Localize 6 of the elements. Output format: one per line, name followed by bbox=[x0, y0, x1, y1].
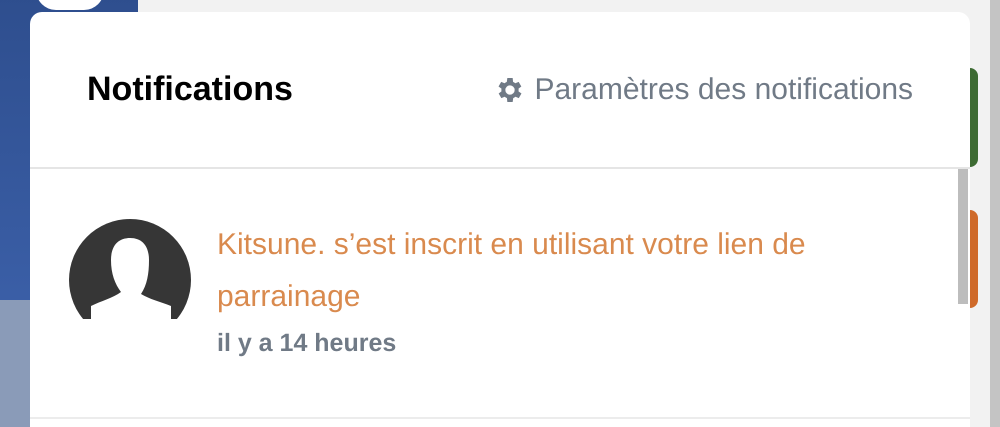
notification-time: il y a 14 heures bbox=[217, 328, 398, 359]
settings-link[interactable]: Paramètres des notifications bbox=[494, 67, 913, 112]
scrollbar[interactable] bbox=[958, 169, 968, 304]
panel-title: Notifications bbox=[87, 69, 293, 110]
notification-item[interactable]: Kitsune. s’est inscrit en utilisant votre lien de parrainage il y a 14 heures bbox=[30, 169, 970, 419]
notification-message: Kitsune. s’est inscrit en utilisant votre lien de parrainage bbox=[217, 227, 807, 315]
